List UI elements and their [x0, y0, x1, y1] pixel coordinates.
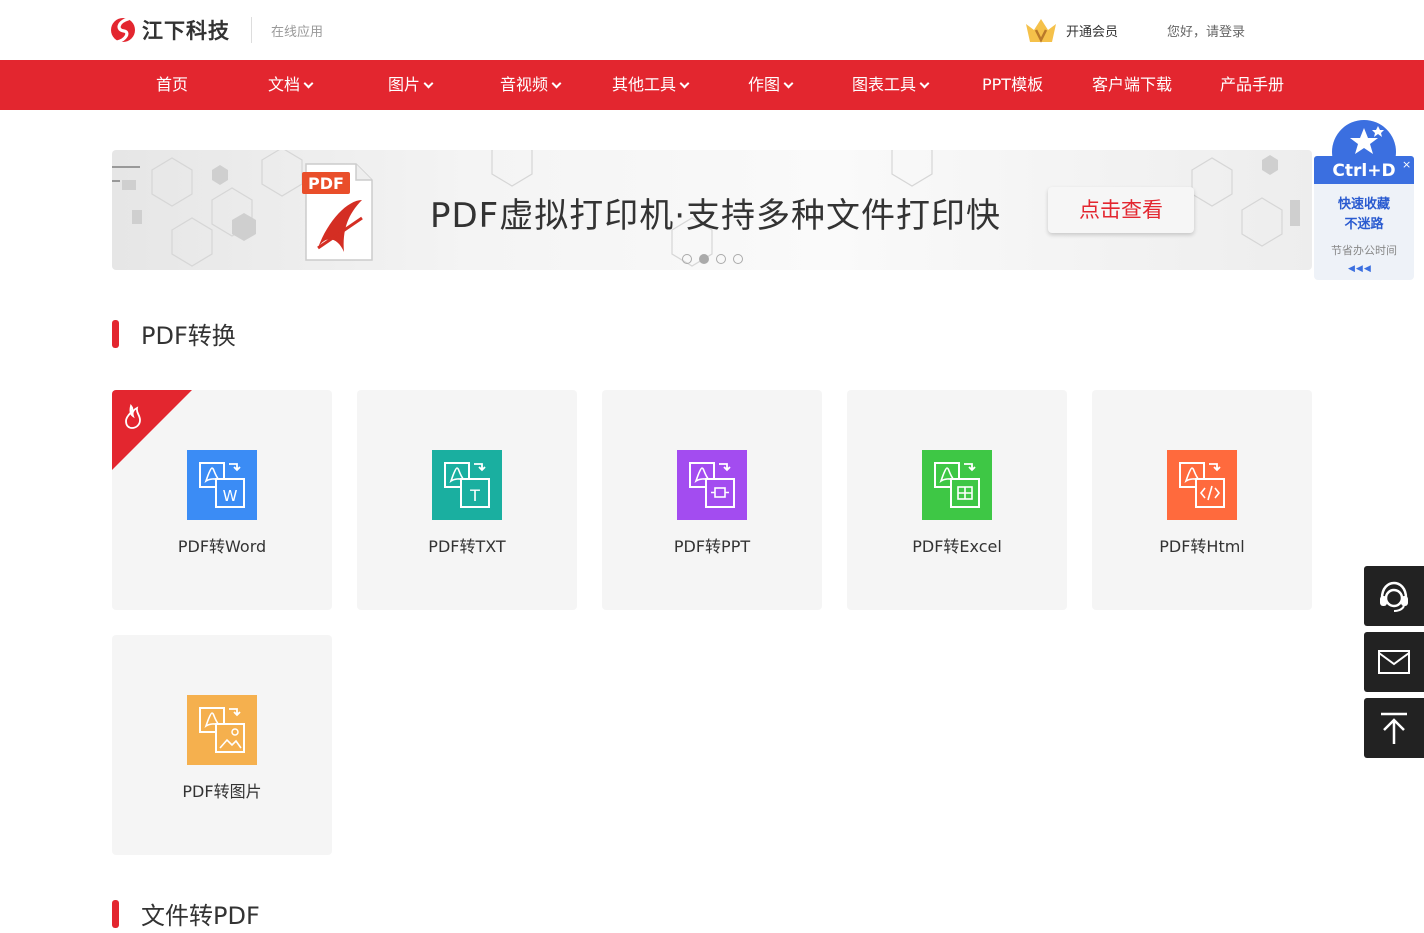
customer-service-button[interactable] — [1364, 566, 1424, 626]
top-header: 江下科技 在线应用 开通会员 您好，请登录 — [0, 0, 1424, 60]
carousel-dot[interactable] — [682, 254, 692, 264]
pdf-to-html-icon — [1167, 450, 1237, 520]
pdf-to-image-icon — [187, 695, 257, 765]
nav-label: PPT模板 — [982, 75, 1044, 94]
tool-card-label: PDF转Word — [177, 537, 267, 556]
header-subtitle: 在线应用 — [271, 25, 324, 40]
bookmark-line-3: 节省办公时间 — [1331, 244, 1397, 257]
arrow-left-icon: ◀◀◀ — [1348, 264, 1372, 274]
section-title-text: 文件转PDF — [141, 902, 260, 930]
brand-name: 江下科技 — [142, 19, 230, 43]
customer-service-icon — [1380, 581, 1408, 612]
pdf-to-excel-icon — [922, 450, 992, 520]
nav-label: 文档 — [268, 75, 301, 94]
tool-card-pdf-to-ppt[interactable]: PDF转PPT — [602, 390, 822, 610]
carousel-dots — [682, 254, 743, 264]
back-to-top-button[interactable] — [1364, 698, 1424, 758]
logo-mark-icon — [111, 17, 135, 44]
chevron-down-icon — [303, 78, 314, 88]
tool-card-pdf-to-word[interactable]: W PDF转Word — [112, 390, 332, 610]
nav-label: 图片 — [388, 75, 421, 94]
bookmark-shortcut: Ctrl+D — [1314, 156, 1414, 184]
pdf-to-word-icon: W — [187, 450, 257, 520]
vip-button[interactable]: 开通会员 — [1024, 16, 1118, 44]
bookmark-line-2: 不迷路 — [1344, 217, 1384, 232]
svg-text:W: W — [223, 487, 238, 505]
back-to-top-icon — [1381, 712, 1407, 744]
bookmark-line-1: 快速收藏 — [1337, 197, 1390, 212]
chevron-down-icon — [551, 78, 562, 88]
nav-item-audio-video[interactable]: 音视频 — [500, 60, 562, 110]
mail-button[interactable] — [1364, 632, 1424, 692]
tool-card-label: PDF转TXT — [428, 537, 506, 556]
nav-item-images[interactable]: 图片 — [388, 60, 434, 110]
nav-item-chart-tools[interactable]: 图表工具 — [852, 60, 930, 110]
tool-card-label: PDF转Excel — [912, 537, 1002, 556]
mail-icon — [1378, 650, 1410, 674]
pdf-to-txt-icon: T — [432, 450, 502, 520]
star-icon — [1350, 126, 1384, 154]
tool-card-label: PDF转PPT — [673, 537, 751, 556]
nav-item-drawing[interactable]: 作图 — [748, 60, 794, 110]
nav-item-product-manual[interactable]: 产品手册 — [1220, 60, 1284, 110]
bookmark-widget[interactable]: Ctrl+D × 快速收藏 不迷路 节省办公时间 ◀◀◀ — [1314, 118, 1414, 280]
banner-title: PDF虚拟打印机·支持多种文件打印快 — [430, 196, 1002, 236]
nav-label: 音视频 — [500, 75, 549, 94]
section-title-pdf-convert: PDF转换 — [112, 316, 236, 351]
vip-label: 开通会员 — [1066, 24, 1119, 40]
banner-view-button[interactable]: 点击查看 — [1048, 187, 1194, 233]
nav-item-ppt-templates[interactable]: PPT模板 — [982, 60, 1043, 110]
tool-card-pdf-to-txt[interactable]: T PDF转TXT — [357, 390, 577, 610]
promo-banner[interactable]: PDF PDF虚拟打印机·支持多种文件打印快 点击查看 — [112, 150, 1312, 270]
section-accent-bar — [112, 899, 119, 928]
main-nav: 首页 文档 图片 音视频 其他工具 作图 图表工具 PPT模板 客户端下载 产品… — [0, 60, 1424, 110]
nav-item-client-download[interactable]: 客户端下载 — [1092, 60, 1172, 110]
nav-item-home[interactable]: 首页 — [156, 60, 188, 110]
nav-label: 作图 — [748, 75, 781, 94]
hot-badge-icon — [112, 390, 192, 470]
tool-card-pdf-to-html[interactable]: PDF转Html — [1092, 390, 1312, 610]
chevron-down-icon — [679, 78, 690, 88]
nav-label: 图表工具 — [852, 75, 917, 94]
pdf-to-ppt-icon — [677, 450, 747, 520]
chevron-down-icon — [783, 78, 794, 88]
tool-card-pdf-to-image[interactable]: PDF转图片 — [112, 635, 332, 855]
nav-item-other-tools[interactable]: 其他工具 — [612, 60, 690, 110]
logo[interactable]: 江下科技 — [110, 14, 230, 46]
section-accent-bar — [112, 319, 119, 348]
pdf-file-icon: PDF — [302, 163, 373, 261]
login-link[interactable]: 您好，请登录 — [1167, 21, 1245, 40]
chevron-down-icon — [423, 78, 434, 88]
nav-label: 客户端下载 — [1092, 75, 1173, 94]
header-divider — [251, 17, 252, 43]
tool-card-label: PDF转图片 — [182, 782, 262, 801]
section-title-file-to-pdf: 文件转PDF — [112, 896, 260, 931]
crown-icon — [1026, 19, 1056, 43]
close-icon[interactable]: × — [1402, 158, 1411, 171]
carousel-dot-active[interactable] — [699, 254, 709, 264]
tool-card-label: PDF转Html — [1159, 537, 1245, 556]
nav-label: 其他工具 — [612, 75, 677, 94]
section-title-text: PDF转换 — [141, 322, 236, 350]
chevron-down-icon — [919, 78, 930, 88]
pdf-badge-text: PDF — [308, 174, 344, 193]
nav-label: 首页 — [156, 75, 189, 94]
svg-text:T: T — [469, 486, 480, 505]
carousel-dot[interactable] — [716, 254, 726, 264]
carousel-dot[interactable] — [733, 254, 743, 264]
nav-item-documents[interactable]: 文档 — [268, 60, 314, 110]
nav-label: 产品手册 — [1220, 75, 1285, 94]
tool-card-pdf-to-excel[interactable]: PDF转Excel — [847, 390, 1067, 610]
